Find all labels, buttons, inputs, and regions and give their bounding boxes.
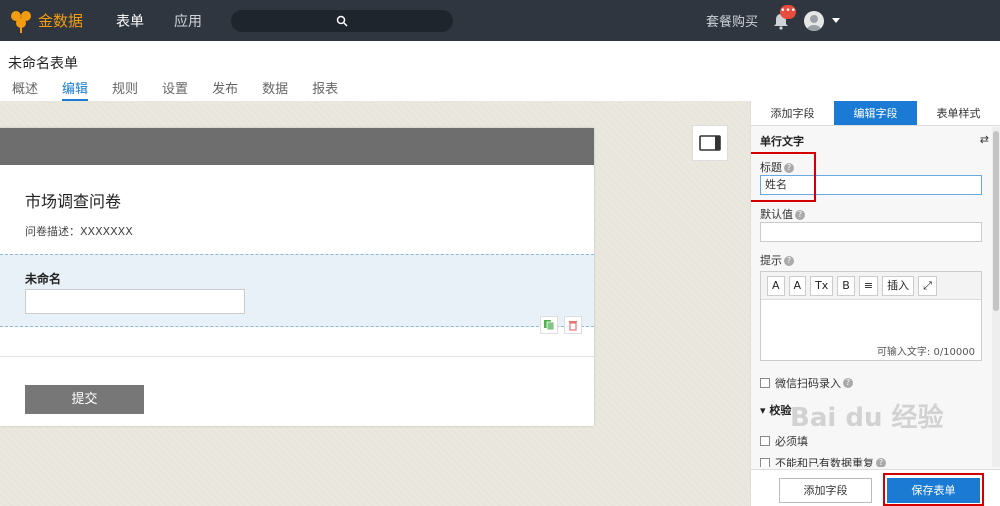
switch-type-icon[interactable]: ⇄	[980, 133, 989, 146]
panel-footer: 添加字段 保存表单	[751, 469, 1000, 506]
hint-rich-text-editor[interactable]: A A Tx B ≡ 插入 ⤢ 可输入文字: 0/10000	[760, 271, 982, 361]
nav-apps[interactable]: 应用	[174, 11, 202, 31]
required-checkbox[interactable]	[760, 436, 770, 446]
bold-button[interactable]: B	[837, 275, 855, 296]
validation-heading: 校验	[769, 404, 792, 417]
scrollbar-thumb[interactable]	[993, 131, 999, 311]
tab-settings[interactable]: 设置	[162, 78, 188, 101]
tab-edit[interactable]: 编辑	[62, 78, 89, 101]
required-label: 必须填	[775, 435, 808, 448]
field-preview-input[interactable]	[25, 289, 245, 314]
unique-label: 不能和已有数据重复	[775, 457, 874, 467]
tab-data[interactable]: 数据	[262, 78, 288, 101]
copy-icon	[544, 320, 555, 331]
panel-tabs: 添加字段 编辑字段 表单样式	[751, 101, 1000, 126]
trash-icon	[569, 321, 577, 331]
topbar-right: 套餐购买 •••	[706, 0, 1000, 41]
selected-field[interactable]: 未命名	[0, 254, 594, 334]
plan-purchase-link[interactable]: 套餐购买	[706, 11, 758, 30]
default-value-label-text: 默认值	[760, 208, 793, 221]
field-tools	[540, 316, 582, 334]
user-avatar[interactable]	[804, 10, 824, 31]
help-icon[interactable]: ?	[784, 256, 794, 266]
help-icon[interactable]: ?	[876, 458, 886, 467]
required-option[interactable]: 必须填	[760, 433, 808, 449]
form-preview-card: 市场调查问卷 问卷描述：XXXXXXX 未命名 提交	[0, 128, 594, 426]
search-icon	[336, 15, 348, 27]
form-canvas: 市场调查问卷 问卷描述：XXXXXXX 未命名 提交	[0, 101, 750, 506]
validation-section-header[interactable]: ▾ 校验	[751, 401, 993, 421]
form-divider	[0, 356, 594, 357]
hint-label: 提示?	[760, 252, 794, 268]
default-value-input[interactable]	[760, 222, 982, 242]
default-value-label: 默认值?	[760, 206, 805, 222]
user-icon	[807, 14, 821, 31]
field-label: 未命名	[25, 272, 62, 286]
duplicate-field-button[interactable]	[540, 316, 558, 334]
questionnaire-description[interactable]: 问卷描述：XXXXXXX	[25, 223, 133, 239]
tab-reports[interactable]: 报表	[312, 78, 338, 101]
panel-body: 单行文字 ⇄ 标题? 姓名 默认值? 提示? A A Tx B ≡ 插入 ⤢ 可…	[751, 127, 993, 467]
top-navigation-bar: 金数据 表单 应用 套餐购买 •••	[0, 0, 1000, 41]
tab-add-field[interactable]: 添加字段	[751, 101, 834, 125]
submit-button[interactable]: 提交	[25, 385, 144, 414]
title-highlight-box	[751, 152, 816, 202]
wechat-scan-label: 微信扫码录入	[775, 377, 841, 390]
device-preview-button[interactable]	[692, 125, 728, 161]
help-icon[interactable]: ?	[843, 378, 853, 388]
align-button[interactable]: ≡	[858, 275, 879, 296]
tab-form-style[interactable]: 表单样式	[917, 101, 1000, 125]
save-highlight-box	[883, 473, 984, 506]
brand-name: 金数据	[38, 12, 84, 30]
tab-rules[interactable]: 规则	[112, 78, 138, 101]
unique-checkbox[interactable]	[760, 458, 770, 467]
tab-publish[interactable]: 发布	[212, 78, 238, 101]
notification-bell[interactable]: •••	[772, 4, 796, 30]
unique-option[interactable]: 不能和已有数据重复 ?	[760, 455, 886, 467]
leaf-logo-icon	[11, 10, 31, 33]
brand-logo[interactable]: 金数据	[8, 8, 100, 34]
chevron-down-icon[interactable]	[832, 18, 840, 23]
tab-edit-field[interactable]: 编辑字段	[834, 101, 917, 125]
tab-overview[interactable]: 概述	[12, 78, 38, 101]
tablet-icon	[699, 135, 721, 151]
editor-toolbar: A A Tx B ≡ 插入 ⤢	[761, 272, 981, 300]
wechat-scan-option[interactable]: 微信扫码录入 ?	[760, 375, 853, 391]
field-type-heading: 单行文字	[760, 135, 804, 148]
add-field-button[interactable]: 添加字段	[779, 478, 872, 503]
insert-button[interactable]: 插入	[882, 275, 915, 296]
hint-label-text: 提示	[760, 254, 782, 267]
field-settings-panel: 添加字段 编辑字段 表单样式 单行文字 ⇄ 标题? 姓名 默认值? 提示? A …	[750, 101, 1000, 506]
clear-format-button[interactable]: Tx	[810, 275, 834, 296]
wechat-scan-checkbox[interactable]	[760, 378, 770, 388]
char-count: 可输入文字: 0/10000	[876, 347, 975, 358]
panel-scrollbar[interactable]	[992, 127, 1000, 467]
form-tabs: 概述 编辑 规则 设置 发布 数据 报表	[0, 78, 350, 101]
search-bar[interactable]	[231, 10, 453, 32]
delete-field-button[interactable]	[564, 316, 582, 334]
form-header-banner	[0, 128, 594, 165]
notification-badge: •••	[780, 4, 796, 19]
form-title: 未命名表单	[8, 56, 78, 72]
fullscreen-button[interactable]: ⤢	[918, 275, 937, 296]
font-color-button[interactable]: A	[788, 275, 807, 296]
font-size-button[interactable]: A	[767, 275, 785, 296]
questionnaire-title[interactable]: 市场调查问卷	[25, 188, 121, 212]
help-icon[interactable]: ?	[795, 210, 805, 220]
nav-forms[interactable]: 表单	[116, 11, 144, 31]
